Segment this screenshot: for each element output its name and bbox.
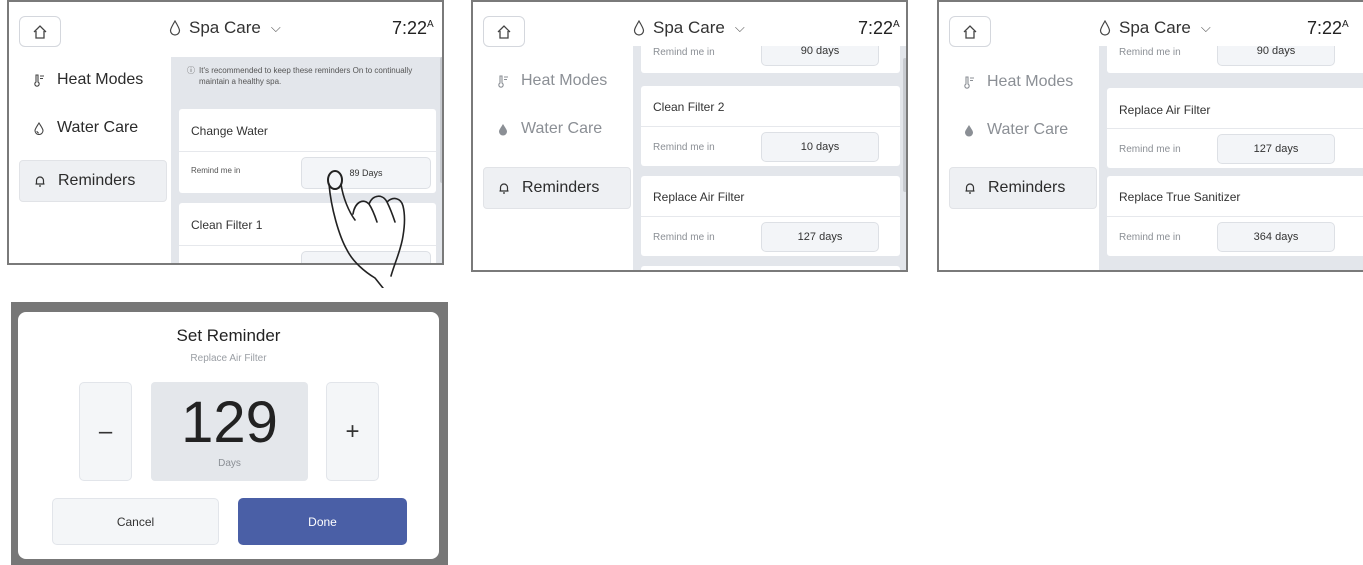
reminder-card-partial: Remind me in 90 days [1107,46,1363,73]
home-button[interactable] [483,16,525,47]
reminder-card-partial: Remind me in 90 days [641,46,900,73]
water-care-icon [495,121,511,137]
card-title: Replace Air Filter [1119,103,1211,117]
divider [179,151,436,152]
bell-icon [32,173,48,189]
hand-pointer-icon [327,170,406,288]
remind-label: Remind me in [653,232,715,243]
days-unit: Days [218,458,241,469]
home-icon [497,24,511,39]
reminder-card-replace-air-filter: Replace Air Filter Remind me in 127 days [641,176,900,256]
remind-label: Remind me in [653,47,715,58]
dialog-subtitle: Replace Air Filter [190,353,267,364]
clock: 7:22A [392,18,434,38]
nav-reminders[interactable]: Reminders [949,167,1097,209]
card-title: Change Water [191,124,268,138]
chevron-down-icon: ⌵ [270,20,281,35]
screen-reminders-2: Spa Care ⌵ 7:22A Heat Modes Water Care R… [471,0,908,272]
reminder-card-replace-true-sanitizer: Replace True Sanitizer Remind me in 364 … [1107,176,1363,256]
days-value-button[interactable]: 364 days [1217,222,1335,252]
card-title: Clean Filter 2 [653,100,725,114]
chevron-down-icon: ⌵ [1200,20,1211,35]
card-title: Replace True Sanitizer [1119,190,1241,204]
nav-label: Reminders [58,172,136,189]
remind-label: Remind me in [191,166,241,175]
decrement-button[interactable]: – [79,382,132,481]
nav-label: Reminders [522,179,600,196]
info-note: ⓘ It's recommended to keep these reminde… [187,66,413,86]
nav-label: Water Care [521,120,603,137]
remind-label: Remind me in [653,142,715,153]
nav-label: Reminders [988,179,1066,196]
nav-label: Water Care [987,121,1069,138]
screen-reminders-3: Spa Care ⌵ 7:22A Heat Modes Water Care R… [937,0,1363,272]
spa-care-dropdown[interactable]: Spa Care ⌵ [1099,18,1211,38]
water-care-icon [31,120,47,136]
thermometer-icon [31,72,47,88]
divider [641,216,900,217]
water-drop-icon [1099,20,1111,36]
reminders-list: Remind me in 90 days Clean Filter 2 Remi… [633,46,906,270]
reminder-card-partial [641,266,900,270]
nav-water-care[interactable]: Water Care [483,108,631,150]
days-value-button[interactable]: 127 days [1217,134,1335,164]
reminder-card-replace-air-filter: Replace Air Filter Remind me in 127 days [1107,88,1363,168]
scrollbar[interactable] [903,58,906,192]
dialog-title: Set Reminder [176,326,281,345]
nav-heat-modes[interactable]: Heat Modes [483,60,631,102]
days-value-button[interactable]: 127 days [761,222,879,252]
days-value-button[interactable]: 10 days [761,132,879,162]
nav-water-care[interactable]: Water Care [949,109,1097,151]
days-value-display: 129 Days [151,382,308,481]
water-drop-icon [633,20,645,36]
divider [1107,128,1363,129]
days-value-button[interactable]: 90 days [761,46,879,66]
cancel-button[interactable]: Cancel [52,498,219,545]
nav-label: Heat Modes [521,72,608,89]
thermometer-icon [495,73,511,89]
increment-button[interactable]: + [326,382,379,481]
home-button[interactable] [949,16,991,47]
nav-heat-modes[interactable]: Heat Modes [19,59,167,101]
set-reminder-overlay: Set Reminder Replace Air Filter – 129 Da… [11,302,448,565]
set-reminder-dialog: Set Reminder Replace Air Filter – 129 Da… [18,312,439,559]
divider [1107,216,1363,217]
days-number: 129 [181,390,278,455]
reminders-list: Remind me in 90 days Replace Air Filter … [1099,46,1363,270]
nav-water-care[interactable]: Water Care [19,107,167,149]
water-care-icon [961,122,977,138]
nav-reminders[interactable]: Reminders [483,167,631,209]
remind-label: Remind me in [1119,144,1181,155]
done-button[interactable]: Done [238,498,407,545]
bell-icon [962,180,978,196]
home-icon [963,24,977,39]
nav-label: Heat Modes [987,73,1074,90]
chevron-down-icon: ⌵ [734,20,745,35]
spa-care-dropdown[interactable]: Spa Care ⌵ [169,18,281,38]
thermometer-icon [961,74,977,90]
bell-icon [496,180,512,196]
home-icon [33,24,47,39]
card-title: Replace Air Filter [653,190,745,204]
title-label: Spa Care [1119,18,1191,37]
nav-label: Heat Modes [57,71,144,88]
title-label: Spa Care [189,18,261,37]
title-label: Spa Care [653,18,725,37]
clock: 7:22A [1307,18,1349,38]
reminder-card-clean-filter-2: Clean Filter 2 Remind me in 10 days [641,86,900,166]
divider [641,126,900,127]
remind-label: Remind me in [1119,47,1181,58]
nav-reminders[interactable]: Reminders [19,160,167,202]
home-button[interactable] [19,16,61,47]
water-drop-icon [169,20,181,36]
spa-care-dropdown[interactable]: Spa Care ⌵ [633,18,745,38]
scrollbar[interactable] [440,57,442,183]
days-value-button[interactable]: 90 days [1217,46,1335,66]
nav-heat-modes[interactable]: Heat Modes [949,61,1097,103]
info-icon: ⓘ [187,66,195,75]
remind-label: Remind me in [1119,232,1181,243]
nav-label: Water Care [57,119,139,136]
card-title: Clean Filter 1 [191,218,263,232]
clock: 7:22A [858,18,900,38]
